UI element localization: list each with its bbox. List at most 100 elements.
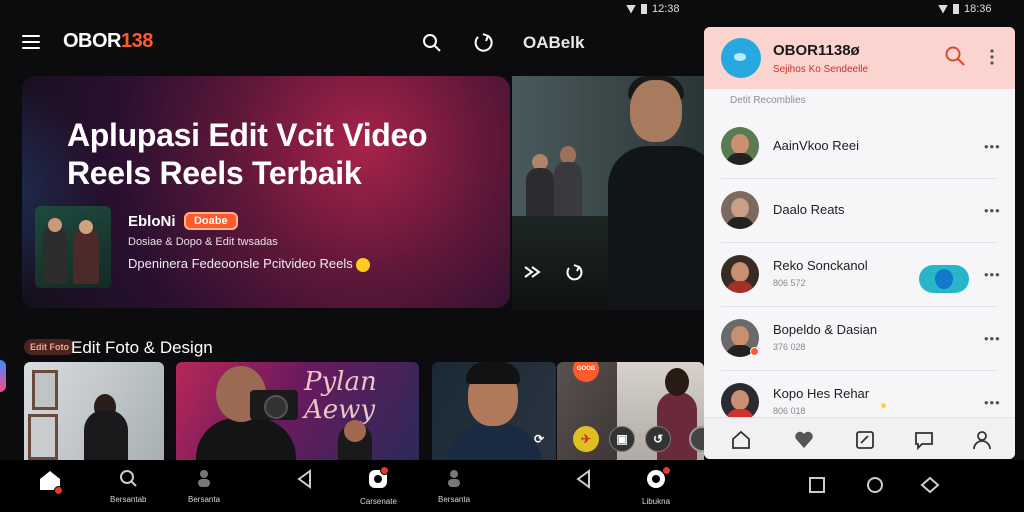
app-logo[interactable] — [721, 38, 761, 78]
search-icon — [120, 470, 137, 487]
menu-icon[interactable] — [22, 35, 40, 49]
hero-thumbnail[interactable] — [35, 206, 111, 288]
content-card[interactable]: GOOB ✈ ▣ ↺ — [557, 362, 704, 460]
list-item[interactable]: Daalo Reats ••• — [704, 181, 1015, 243]
panel-header: OBOR1138ø Sejihos Ko Sendeelle — [704, 27, 1015, 89]
content-card[interactable]: ⟳ — [432, 362, 556, 460]
nav-home[interactable] — [38, 468, 63, 497]
logo-accent-text: 138 — [121, 30, 153, 52]
hero-channel-name: EbloNi — [128, 212, 176, 230]
smile-emoji-icon — [355, 257, 370, 272]
battery-icon — [641, 4, 647, 14]
nav-library[interactable]: Libukna — [642, 466, 671, 506]
nav-label: Bersantab — [110, 495, 147, 504]
notification-badge — [380, 466, 389, 475]
nav-back-3[interactable] — [920, 476, 940, 499]
logo-text: OBOR — [63, 30, 122, 52]
nav-back-2[interactable] — [573, 468, 595, 495]
app-root: 12:38 18:36 OBOR138 OABelk Aplupasi Edit… — [0, 0, 1024, 512]
list-item-name: AainVkoo Reei — [773, 138, 859, 153]
more-horizontal-icon[interactable]: ••• — [984, 139, 1001, 154]
square-icon — [809, 477, 825, 493]
more-horizontal-icon[interactable]: ••• — [984, 395, 1001, 410]
home-icon[interactable] — [730, 429, 752, 451]
content-card[interactable] — [24, 362, 164, 460]
hero-description: Dpeninera Fedeoonsle Pcitvideo Reels — [128, 256, 370, 272]
list-item-name: Bopeldo & Dasian — [773, 322, 878, 337]
nav-home-circle[interactable] — [866, 476, 884, 499]
panel-section-label: Detit Recomblies — [730, 95, 806, 106]
list-item-name: Kopo Hes Rehar — [773, 386, 870, 401]
nav-label: Libukna — [642, 497, 671, 506]
hero-meta: EbloNi Doabe Dosiae & Dopo & Edit twsada… — [128, 212, 370, 272]
heart-icon[interactable] — [793, 429, 815, 451]
search-icon[interactable] — [944, 45, 966, 67]
share-icon[interactable]: ↺ — [645, 426, 671, 452]
panel-bottom-nav — [704, 417, 1015, 459]
avatar — [721, 127, 759, 165]
video-preview[interactable] — [512, 76, 710, 310]
nav-recents[interactable] — [808, 476, 826, 499]
nav-create[interactable]: Carsenate — [360, 466, 397, 506]
more-horizontal-icon[interactable]: ••• — [984, 331, 1001, 346]
diamond-icon — [920, 476, 940, 494]
back-triangle-icon — [576, 469, 590, 489]
edge-app-icon[interactable] — [0, 360, 6, 392]
share-icon[interactable]: ⟳ — [526, 426, 552, 452]
list-item-meta: 806 572 — [773, 278, 806, 288]
avatar — [721, 255, 759, 293]
flag-icon[interactable]: ✈ — [573, 426, 599, 452]
nav-label: Bersanta — [188, 495, 221, 504]
nav-profile-2[interactable]: Bersanta — [438, 468, 470, 504]
camera-icon — [250, 390, 298, 420]
avatar — [721, 383, 759, 421]
app-logo[interactable]: OBOR138 — [63, 30, 153, 53]
avatar — [721, 191, 759, 229]
list-item-name: Daalo Reats — [773, 202, 845, 217]
share-icon[interactable] — [472, 31, 494, 53]
nav-search[interactable]: Bersantab — [110, 468, 146, 504]
content-card[interactable]: Pylan Aewy — [176, 362, 419, 460]
top-title: OABelk — [523, 33, 585, 52]
hero-banner[interactable]: Aplupasi Edit Vcit Video Reels Reels Ter… — [22, 76, 510, 308]
notification-badge — [54, 486, 63, 495]
nav-label: Carsenate — [360, 497, 397, 506]
share-icon[interactable] — [564, 262, 584, 282]
section-tag: Edit Foto — [24, 339, 75, 355]
card-badge[interactable]: GOOB — [573, 362, 599, 382]
list-item[interactable]: AainVkoo Reei ••• — [704, 117, 1015, 179]
panel-subtitle: Sejihos Ko Sendeelle — [773, 64, 869, 75]
search-icon[interactable] — [422, 33, 442, 53]
hero-title: Aplupasi Edit Vcit Video Reels Reels Ter… — [67, 117, 428, 191]
status-bar-right: 18:36 — [938, 0, 992, 18]
section-title: Edit Foto & Design — [71, 338, 213, 357]
wifi-icon — [626, 4, 636, 14]
nav-profile[interactable]: Bersanta — [188, 468, 220, 504]
status-time: 18:36 — [964, 3, 992, 15]
more-vertical-icon[interactable] — [988, 47, 996, 67]
toggle-switch[interactable] — [919, 265, 969, 293]
status-dot — [881, 403, 886, 408]
back-triangle-icon — [297, 469, 311, 489]
more-horizontal-icon[interactable]: ••• — [984, 267, 1001, 282]
status-bar-left: 12:38 — [626, 0, 680, 18]
battery-icon — [953, 4, 959, 14]
user-icon[interactable] — [971, 429, 993, 451]
more-horizontal-icon[interactable]: ••• — [984, 203, 1001, 218]
bottom-navigation: Bersantab Bersanta Carsenate Bersanta Li… — [0, 460, 1024, 512]
user-icon — [448, 470, 461, 487]
edit-icon[interactable] — [854, 429, 876, 451]
gallery-icon[interactable]: ▣ — [609, 426, 635, 452]
list-item[interactable]: Reko Sonckanol 806 572 ••• — [704, 245, 1015, 307]
list-item[interactable]: Bopeldo & Dasian 376 028 ••• — [704, 309, 1015, 371]
chat-icon[interactable] — [913, 429, 935, 451]
nav-label: Bersanta — [438, 495, 471, 504]
nav-back[interactable] — [294, 468, 316, 495]
hero-badge[interactable]: Doabe — [183, 212, 238, 230]
status-badge — [750, 347, 759, 356]
list-item-name: Reko Sonckanol — [773, 258, 868, 273]
forward-icon[interactable] — [522, 262, 542, 282]
panel-title: OBOR1138ø — [773, 42, 860, 59]
top-bar: OBOR138 OABelk — [0, 22, 700, 62]
status-time: 12:38 — [652, 3, 680, 15]
